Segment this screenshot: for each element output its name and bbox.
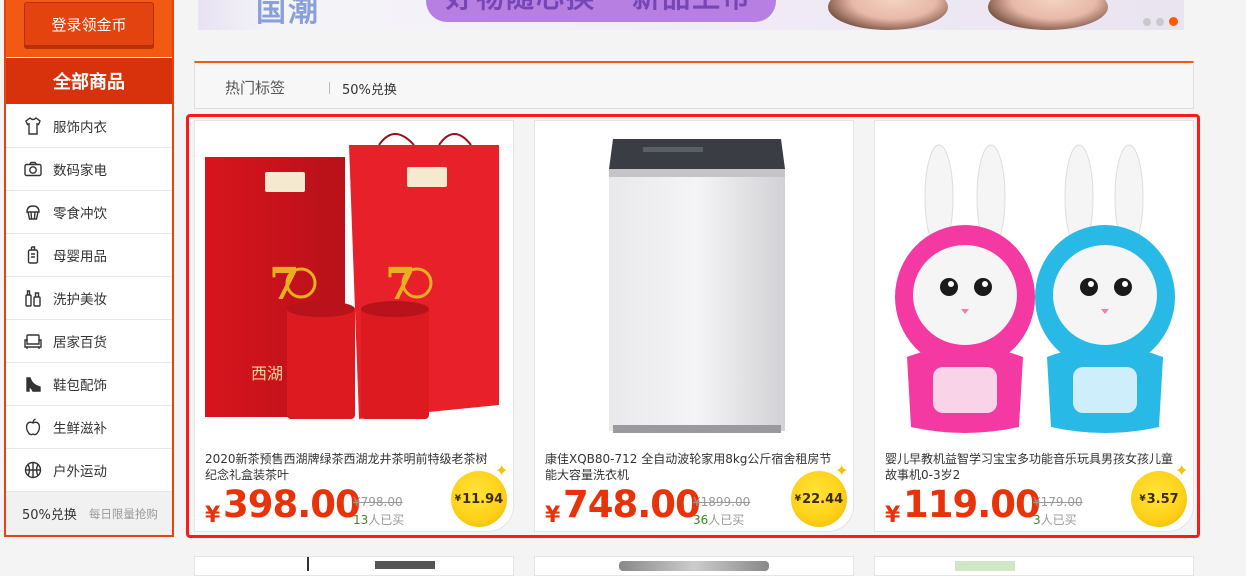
sidebar-item-digital[interactable]: 数码家电 (6, 148, 172, 191)
sidebar-item-label: 户外运动 (53, 464, 107, 480)
svg-text:7: 7 (269, 259, 300, 310)
exchange-promo-link[interactable]: 50%兑换 每日限量抢购 (6, 492, 172, 535)
sidebar-item-home[interactable]: 居家百货 (6, 320, 172, 363)
sidebar-item-label: 洗护美妆 (53, 292, 107, 308)
sidebar-item-label: 零食冲饮 (53, 206, 107, 222)
currency-symbol: ¥ (545, 503, 561, 528)
sold-count: 13人已买 (353, 511, 404, 528)
carousel-dot[interactable] (1143, 18, 1151, 26)
banner-model-image (988, 0, 1108, 30)
sold-suffix: 人已买 (368, 513, 405, 527)
carousel-dot-active[interactable] (1169, 17, 1178, 26)
original-price: ¥179.00 (1033, 495, 1083, 509)
sold-number: 36 (693, 513, 709, 527)
sold-number: 3 (1033, 513, 1041, 527)
product-card[interactable]: 婴儿早教机益智学习宝宝多功能音乐玩具男孩女孩儿童故事机0-3岁2 ¥ 119.0… (874, 120, 1194, 532)
coin-reward-badge: ¥22.44 (791, 471, 847, 527)
product-name[interactable]: 婴儿早教机益智学习宝宝多功能音乐玩具男孩女孩儿童故事机0-3岁2 (885, 451, 1175, 483)
hot-tags-title: 热门标签 (225, 79, 286, 97)
sidebar-item-label: 数码家电 (53, 163, 107, 179)
coin-symbol: ¥ (454, 494, 462, 504)
banner-pill: 好物随心换 · 新品上市 (426, 0, 776, 22)
login-area: 登录领金币 (6, 0, 172, 57)
product-price: 398.00 (223, 483, 361, 526)
sidebar-item-snacks[interactable]: 零食冲饮 (6, 191, 172, 234)
sidebar-item-label: 居家百货 (53, 335, 107, 351)
high-heel-icon (22, 373, 44, 395)
coin-symbol: ¥ (794, 494, 802, 504)
product-card[interactable]: 康佳XQB80-712 全自动波轮家用8kg公斤宿舍租房节能大容量洗衣机 ¥ 7… (534, 120, 854, 532)
sidebar-item-label: 鞋包配饰 (53, 378, 107, 394)
currency-symbol: ¥ (205, 503, 221, 528)
sofa-icon (22, 330, 44, 352)
original-price: ¥1899.00 (693, 495, 751, 509)
sold-count: 36人已买 (693, 511, 744, 528)
all-products-header[interactable]: 全部商品 (6, 58, 172, 104)
product-card-next-row[interactable] (194, 556, 514, 576)
basketball-icon (22, 459, 44, 481)
sold-suffix: 人已买 (1040, 513, 1077, 527)
coin-reward-badge: ¥3.57 (1131, 471, 1187, 527)
divider (329, 82, 330, 94)
currency-symbol: ¥ (885, 503, 901, 528)
exchange-subtitle: 每日限量抢购 (88, 506, 158, 521)
shirt-icon (22, 115, 44, 137)
sidebar-item-clothing[interactable]: 服饰内衣 (6, 105, 172, 148)
cupcake-icon (22, 201, 44, 223)
tea-gift-box-image: 7 7 西湖 (199, 127, 509, 449)
original-price: ¥798.00 (353, 495, 403, 509)
sidebar-item-shoes-bags[interactable]: 鞋包配饰 (6, 363, 172, 406)
product-card[interactable]: 7 7 西湖 2020新茶预售西湖牌绿茶西湖龙井茶明前特级老茶树纪念礼盒装茶叶 … (194, 120, 514, 532)
product-card-next-row[interactable] (534, 556, 854, 576)
sidebar-item-baby[interactable]: 母婴用品 (6, 234, 172, 277)
promo-banner[interactable]: 国潮 好物随心换 · 新品上市 (198, 0, 1184, 30)
sidebar-item-label: 生鲜滋补 (53, 421, 107, 437)
hot-tags-bar: 热门标签 50%兑换 (194, 61, 1194, 109)
cosmetics-icon (22, 287, 44, 309)
coin-reward-badge: ¥11.94 (451, 471, 507, 527)
coin-value: 3.57 (1146, 491, 1179, 507)
category-sidebar: 登录领金币 全部商品 服饰内衣 数码家电 零食冲饮 母婴用品 洗护美妆 居家百货… (4, 0, 174, 537)
sidebar-item-outdoor[interactable]: 户外运动 (6, 449, 172, 492)
product-card-next-row[interactable] (874, 556, 1194, 576)
login-coins-button[interactable]: 登录领金币 (24, 2, 154, 46)
coin-symbol: ¥ (1139, 494, 1146, 504)
sold-count: 3人已买 (1033, 511, 1077, 528)
exchange-title: 50%兑换 (22, 508, 77, 523)
sidebar-item-beauty[interactable]: 洗护美妆 (6, 277, 172, 320)
apple-icon (22, 416, 44, 438)
banner-model-image (828, 0, 948, 30)
coin-value: 22.44 (802, 491, 844, 507)
svg-text:西湖: 西湖 (251, 364, 283, 383)
banner-artwork: 国潮 (256, 0, 320, 29)
bunny-story-machine-image (879, 127, 1189, 449)
product-price: 748.00 (563, 483, 701, 526)
product-name[interactable]: 2020新茶预售西湖牌绿茶西湖龙井茶明前特级老茶树纪念礼盒装茶叶 (205, 451, 495, 483)
sold-number: 13 (353, 513, 369, 527)
baby-bottle-icon (22, 244, 44, 266)
tag-50-exchange[interactable]: 50%兑换 (342, 79, 397, 98)
product-name[interactable]: 康佳XQB80-712 全自动波轮家用8kg公斤宿舍租房节能大容量洗衣机 (545, 451, 835, 483)
sidebar-item-label: 服饰内衣 (53, 120, 107, 136)
washing-machine-image (539, 127, 849, 449)
carousel-dot[interactable] (1156, 18, 1164, 26)
product-price: 119.00 (903, 483, 1041, 526)
sold-suffix: 人已买 (708, 513, 745, 527)
sidebar-item-fresh[interactable]: 生鲜滋补 (6, 406, 172, 449)
coin-value: 11.94 (462, 491, 504, 507)
camera-icon (22, 158, 44, 180)
sidebar-item-label: 母婴用品 (53, 249, 107, 265)
